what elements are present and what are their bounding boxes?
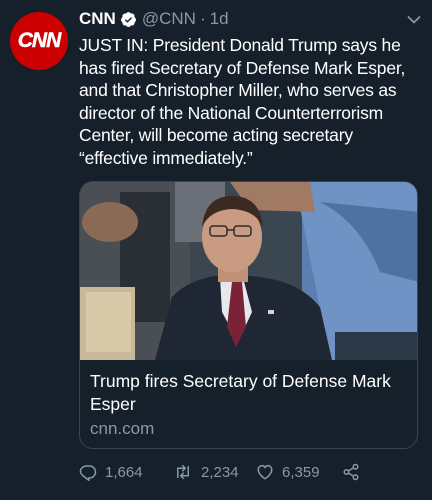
like-icon xyxy=(257,464,273,480)
reply-button[interactable]: 1,664 xyxy=(79,463,173,481)
card-image[interactable] xyxy=(80,182,417,360)
retweet-count: 2,234 xyxy=(201,463,239,481)
retweet-icon xyxy=(177,464,189,480)
like-button[interactable]: 6,359 xyxy=(256,463,342,481)
share-icon xyxy=(343,463,359,481)
card-photo xyxy=(80,182,417,360)
tweet-actions: 1,664 2,234 6,359 xyxy=(79,463,422,481)
link-card[interactable]: Trump fires Secretary of Defense Mark Es… xyxy=(79,181,418,449)
retweet-button[interactable]: 2,234 xyxy=(173,463,256,481)
chevron-down-icon[interactable] xyxy=(406,12,422,26)
author-name[interactable]: CNN xyxy=(79,9,116,29)
reply-count: 1,664 xyxy=(105,463,143,481)
like-count: 6,359 xyxy=(282,463,320,481)
cnn-logo: CNN xyxy=(17,29,62,53)
tweet-header: CNN @CNN · 1d xyxy=(79,8,422,30)
share-button[interactable] xyxy=(342,463,368,481)
avatar[interactable]: CNN xyxy=(10,12,68,70)
tweet-body: CNN @CNN · 1d JUST IN: President Donald … xyxy=(79,8,422,169)
author-handle[interactable]: @CNN xyxy=(142,9,196,29)
card-title[interactable]: Trump fires Secretary of Defense Mark Es… xyxy=(80,360,417,415)
timestamp[interactable]: 1d xyxy=(210,9,229,29)
reply-icon xyxy=(79,465,97,481)
card-domain: cnn.com xyxy=(90,419,155,438)
verified-badge-icon xyxy=(120,11,137,28)
tweet-text: JUST IN: President Donald Trump says he … xyxy=(79,35,406,168)
separator-dot: · xyxy=(199,9,206,28)
